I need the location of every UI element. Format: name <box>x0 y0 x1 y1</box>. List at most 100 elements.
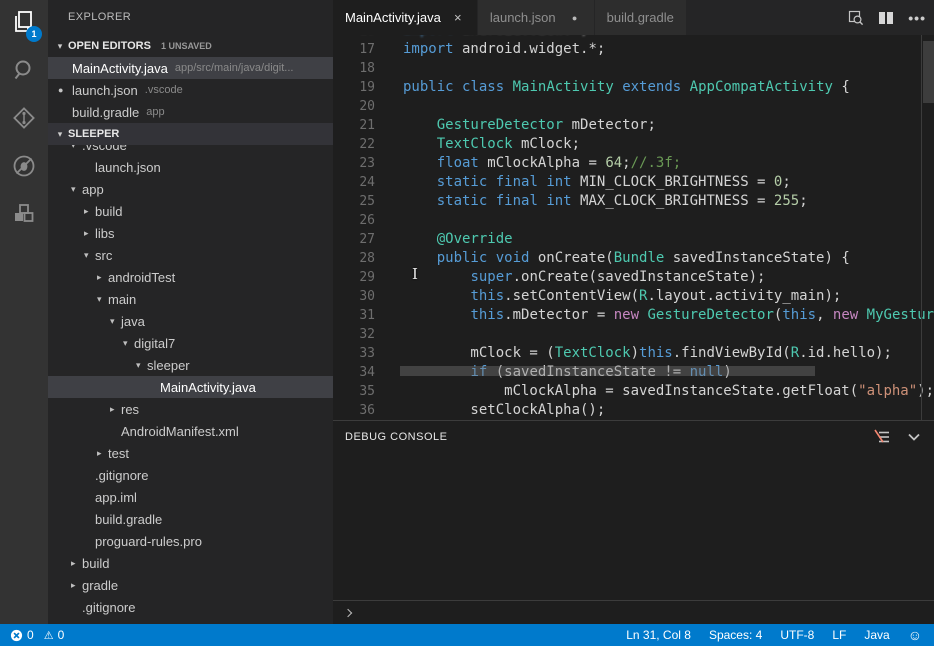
activity-bar-item-search[interactable] <box>0 48 48 96</box>
tree-item-build.gradle[interactable]: build.gradle <box>48 508 333 530</box>
twistie-collapsed-icon[interactable]: ▸ <box>71 580 82 591</box>
tree-item-java[interactable]: ▾java <box>48 310 333 332</box>
code-editor[interactable]: 16import android.view.*;17import android… <box>333 35 934 420</box>
code-line-22[interactable]: 22 TextClock mClock; <box>333 135 934 154</box>
tree-item-res[interactable]: ▸res <box>48 398 333 420</box>
code-line-32[interactable]: 32 <box>333 325 934 344</box>
code-line-18[interactable]: 18 <box>333 59 934 78</box>
tab-modified-dot-icon[interactable]: ● <box>568 13 582 23</box>
open-editors-header[interactable]: ▾ OPEN EDITORS 1 UNSAVED <box>48 35 333 57</box>
tree-item-main[interactable]: ▾main <box>48 288 333 310</box>
code-line-16[interactable]: 16import android.view.*; <box>333 35 934 40</box>
open-editor-description: app <box>146 106 164 118</box>
open-editor-item[interactable]: MainActivity.java app/src/main/java/digit… <box>48 57 333 79</box>
code-line-20[interactable]: 20 <box>333 97 934 116</box>
code-line-28[interactable]: 28 public void onCreate(Bundle savedInst… <box>333 249 934 268</box>
code-line-26[interactable]: 26 <box>333 211 934 230</box>
twistie-expanded-icon[interactable]: ▾ <box>71 145 82 151</box>
tree-item-digital7[interactable]: ▾digital7 <box>48 332 333 354</box>
code-line-21[interactable]: 21 GestureDetector mDetector; <box>333 116 934 135</box>
line-number: 30 <box>333 287 375 306</box>
tab-launch.json[interactable]: launch.json● <box>478 0 595 35</box>
twistie-expanded-icon[interactable]: ▾ <box>71 184 82 195</box>
tree-item-libs[interactable]: ▸libs <box>48 222 333 244</box>
twistie-collapsed-icon[interactable]: ▸ <box>84 206 95 217</box>
horizontal-scrollbar-thumb[interactable] <box>400 366 815 376</box>
open-editor-description: app/src/main/java/digit... <box>175 62 294 74</box>
code-line-29[interactable]: 29 super.onCreate(savedInstanceState); <box>333 268 934 287</box>
code-line-17[interactable]: 17import android.widget.*; <box>333 40 934 59</box>
tree-item-MainActivity.java[interactable]: MainActivity.java <box>48 376 333 398</box>
tree-item-src[interactable]: ▾src <box>48 244 333 266</box>
tree-item-app[interactable]: ▾app <box>48 178 333 200</box>
debug-console-input[interactable] <box>333 600 934 624</box>
tree-item-proguard-rules.pro[interactable]: proguard-rules.pro <box>48 530 333 552</box>
open-preview-icon[interactable] <box>848 10 864 26</box>
tree-item-gradle[interactable]: ▸gradle <box>48 574 333 596</box>
code-line-30[interactable]: 30 this.setContentView(R.layout.activity… <box>333 287 934 306</box>
open-editor-item[interactable]: build.gradleapp <box>48 101 333 123</box>
twistie-expanded-icon[interactable]: ▾ <box>97 294 108 305</box>
tree-item-app.iml[interactable]: app.iml <box>48 486 333 508</box>
split-editor-icon[interactable] <box>878 10 894 26</box>
twistie-expanded-icon[interactable]: ▾ <box>84 250 95 261</box>
vertical-scrollbar-thumb[interactable] <box>923 41 934 103</box>
activity-bar-item-source-control[interactable] <box>0 96 48 144</box>
open-editor-label: MainActivity.java <box>72 61 168 76</box>
feedback-smiley-icon[interactable]: ☺ <box>908 628 922 642</box>
code-line-19[interactable]: 19public class MainActivity extends AppC… <box>333 78 934 97</box>
code-text: this.setContentView(R.layout.activity_ma… <box>403 287 841 306</box>
twistie-collapsed-icon[interactable]: ▸ <box>97 272 108 283</box>
activity-bar-item-extensions[interactable] <box>0 192 48 240</box>
status-item[interactable]: Ln 31, Col 8 <box>626 628 691 642</box>
code-line-23[interactable]: 23 float mClockAlpha = 64;//.3f; <box>333 154 934 173</box>
code-line-31[interactable]: 31 this.mDetector = new GestureDetector(… <box>333 306 934 325</box>
code-line-36[interactable]: 36 setClockAlpha(); <box>333 401 934 420</box>
clear-console-icon[interactable] <box>874 429 890 445</box>
tree-item-AndroidManifest.xml[interactable]: AndroidManifest.xml <box>48 420 333 442</box>
vertical-scrollbar[interactable] <box>921 35 934 420</box>
tab-MainActivity.java[interactable]: MainActivity.java× <box>333 0 478 35</box>
twistie-expanded-icon[interactable]: ▾ <box>136 360 147 371</box>
activity-bar-item-debug[interactable] <box>0 144 48 192</box>
tree-item-launch.json[interactable]: launch.json <box>48 156 333 178</box>
code-line-27[interactable]: 27 @Override <box>333 230 934 249</box>
code-line-35[interactable]: 35 mClockAlpha = savedInstanceState.getF… <box>333 382 934 401</box>
twistie-collapsed-icon[interactable]: ▸ <box>71 558 82 569</box>
code-line-33[interactable]: 33 mClock = (TextClock)this.findViewById… <box>333 344 934 363</box>
status-item[interactable]: LF <box>832 628 846 642</box>
tree-item-.vscode[interactable]: ▾.vscode <box>48 145 333 156</box>
code-line-24[interactable]: 24 static final int MIN_CLOCK_BRIGHTNESS… <box>333 173 934 192</box>
twistie-collapsed-icon[interactable]: ▸ <box>97 448 108 459</box>
tree-item-androidTest[interactable]: ▸androidTest <box>48 266 333 288</box>
twistie-collapsed-icon[interactable]: ▸ <box>84 228 95 239</box>
code-line-25[interactable]: 25 static final int MAX_CLOCK_BRIGHTNESS… <box>333 192 934 211</box>
status-item[interactable]: Java <box>864 628 889 642</box>
activity-bar-item-explorer[interactable]: 1 <box>0 0 48 48</box>
open-editors-list: MainActivity.java app/src/main/java/digit… <box>48 57 333 123</box>
more-actions-icon[interactable]: ••• <box>908 10 926 26</box>
status-item[interactable]: Spaces: 4 <box>709 628 762 642</box>
open-editor-item[interactable]: ●launch.json.vscode <box>48 79 333 101</box>
tree-item-sleeper[interactable]: ▾sleeper <box>48 354 333 376</box>
chevron-expanded-icon: ▾ <box>52 129 68 140</box>
twistie-expanded-icon[interactable]: ▾ <box>123 338 134 349</box>
code-text: @Override <box>403 230 513 249</box>
extensions-icon <box>11 201 37 232</box>
error-count[interactable]: 0 <box>10 628 34 642</box>
error-icon <box>10 629 23 642</box>
tree-item-test[interactable]: ▸test <box>48 442 333 464</box>
tree-section-header[interactable]: ▾ SLEEPER <box>48 123 333 145</box>
tab-build.gradle[interactable]: build.gradle <box>595 0 687 35</box>
tree-item-.gitignore[interactable]: .gitignore <box>48 596 333 618</box>
twistie-expanded-icon[interactable]: ▾ <box>110 316 121 327</box>
twistie-collapsed-icon[interactable]: ▸ <box>110 404 121 415</box>
tab-close-icon[interactable]: × <box>451 10 465 25</box>
chevron-down-icon[interactable] <box>906 429 922 445</box>
tree-item-.gitignore[interactable]: .gitignore <box>48 464 333 486</box>
tree-item-build[interactable]: ▸build <box>48 552 333 574</box>
warning-count[interactable]: ⚠ 0 <box>44 628 65 642</box>
status-item[interactable]: UTF-8 <box>780 628 814 642</box>
status-problems[interactable]: 0 ⚠ 0 <box>0 628 64 642</box>
tree-item-build[interactable]: ▸build <box>48 200 333 222</box>
